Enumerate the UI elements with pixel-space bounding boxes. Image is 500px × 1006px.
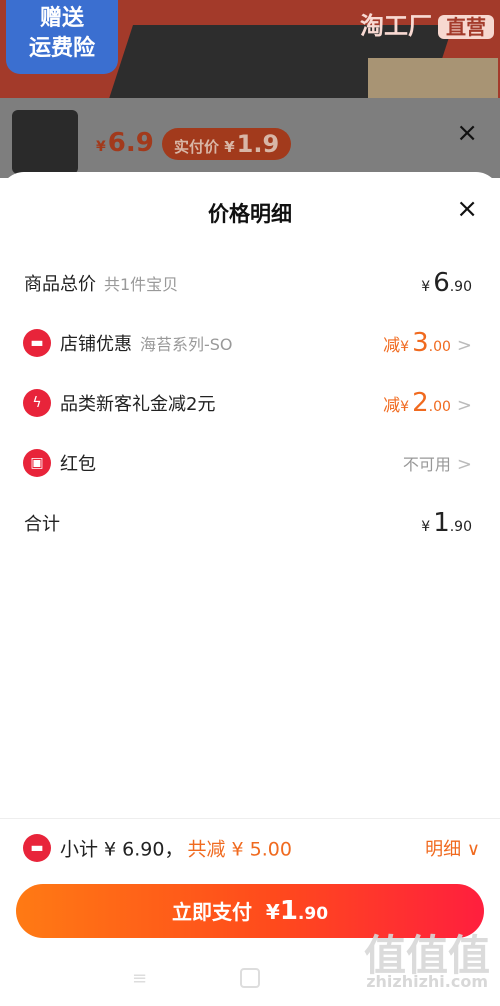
actual-price-badge: 实付价 ¥1.9 [162,128,292,160]
chevron-right-icon: > [456,335,472,356]
amount-dec: .90 [449,279,472,295]
detail-toggle-button[interactable]: 明细 ∨ [425,835,480,861]
menu-icon[interactable]: ≡ [132,968,147,989]
ticket-icon: ▬ [23,834,51,862]
sum-label: 合计 [24,514,60,535]
amount-int: 2 [412,388,429,418]
shop-icon: ▬ [23,329,51,357]
category-coupon-label: 品类新客礼金减2元 [60,394,216,415]
shop-discount-text: 店铺优惠 [60,334,132,355]
price-value: 6.9 [107,128,154,158]
shop-discount-value: 减¥ 3.00 > [383,328,472,358]
pay-amount-int: 1 [279,896,298,926]
amount-int: 3 [412,328,429,358]
pay-amount-dec: .90 [297,904,329,924]
row-red-packet[interactable]: ▣ 红包 不可用 > [0,433,500,493]
row-sum: 合计 ¥1.90 [0,493,500,553]
total-price-text: 商品总价 [24,274,96,295]
yen-symbol: ¥ [421,279,431,295]
shop-discount-label: 店铺优惠 海苔系列-SO [60,330,233,356]
detail-label: 明细 [425,839,462,860]
lightning-icon: ϟ [23,389,51,417]
reduce-prefix: 减 [383,396,401,416]
total-price-value: ¥6.90 [421,268,472,298]
reduce-prefix: 减 [383,336,401,356]
total-price-label: 商品总价 共1件宝贝 [24,270,178,296]
subtotal-amount: 小计 ¥ 6.90， [60,838,184,861]
price-yen-symbol: ¥ [96,139,106,155]
row-total-price: 商品总价 共1件宝贝 ¥6.90 [0,253,500,313]
chevron-right-icon: > [456,395,472,416]
product-banner: 赠送 运费险 淘工厂 直营 [0,0,500,98]
free-shipping-insurance-badge: 赠送 运费险 [6,0,118,74]
watermark-url: zhizhizhi.com [366,972,488,991]
subtotal-text: 小计 ¥ 6.90， 共减 ¥ 5.00 [60,835,292,862]
actual-price-value: 1.9 [236,130,280,158]
unavailable-text: 不可用 [402,455,451,474]
red-packet-status: 不可用 > [403,451,472,475]
amount-int: 6 [433,268,450,298]
direct-tag: 直营 [438,15,494,39]
amount-dec: .00 [428,399,451,415]
row-category-coupon[interactable]: ϟ 品类新客礼金减2元 减¥ 2.00 > [0,373,500,433]
yen-symbol: ¥ [400,399,410,415]
amount-dec: .90 [449,519,472,535]
item-count: 共1件宝贝 [104,275,179,294]
factory-badge: 淘工厂 直营 [360,6,494,41]
amount-dec: .00 [428,339,451,355]
shop-discount-series: 海苔系列-SO [140,335,233,354]
product-summary-row: ¥6.9 实付价 ¥1.9 [0,98,500,178]
actual-price-label: 实付价 ¥ [174,138,235,156]
subtotal-row: ▬ 小计 ¥ 6.90， 共减 ¥ 5.00 明细 ∨ [0,820,500,876]
price-detail-sheet: 价格明细 × 商品总价 共1件宝贝 ¥6.90 ▬ 店铺优惠 海苔系列-SO 减¥ 3… [0,172,500,1006]
yen-symbol: ¥ [421,519,431,535]
red-packet-label: 红包 [60,454,96,475]
background-page: 赠送 运费险 淘工厂 直营 ¥6.9 实付价 ¥1.9 × [0,0,500,178]
chevron-right-icon: > [456,454,472,475]
yen-symbol: ¥ [400,339,410,355]
pay-yen: ¥ [265,900,280,924]
footer-divider [0,818,500,819]
amount-int: 1 [433,508,450,538]
tray-image [368,58,498,98]
close-icon[interactable]: × [456,118,478,148]
home-icon[interactable] [240,968,260,988]
row-shop-discount[interactable]: ▬ 店铺优惠 海苔系列-SO 减¥ 3.00 > [0,313,500,373]
sheet-title: 价格明细 [208,202,292,226]
factory-badge-label: 淘工厂 [360,12,432,40]
close-icon[interactable]: × [456,194,478,224]
product-price: ¥6.9 [96,128,154,158]
red-packet-icon: ▣ [23,449,51,477]
chevron-down-icon: ∨ [466,839,480,860]
total-reduction: 共减 ¥ 5.00 [187,838,292,861]
pay-label: 立即支付 [171,900,252,924]
category-coupon-value: 减¥ 2.00 > [383,388,472,418]
sum-value: ¥1.90 [421,508,472,538]
product-thumbnail [12,110,78,174]
